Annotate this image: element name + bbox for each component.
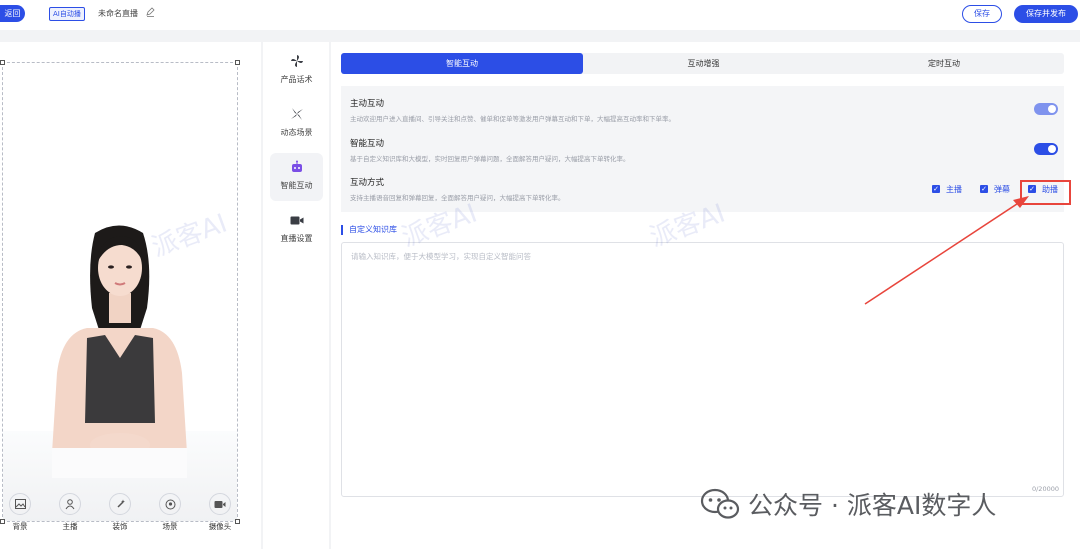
tab-scheduled-interaction[interactable]: 定时互动: [824, 53, 1064, 74]
tool-decoration[interactable]: 装饰: [104, 493, 136, 532]
save-publish-button[interactable]: 保存并发布: [1014, 5, 1078, 23]
save-button[interactable]: 保存: [962, 5, 1002, 23]
active-interaction-title: 主动互动: [350, 99, 385, 109]
feature-nav: 产品话术 动态场景 智能互动 直播设置: [263, 42, 329, 549]
interaction-mode-title: 互动方式: [350, 178, 385, 188]
tool-label: 背景: [12, 522, 28, 531]
tab-interaction-boost[interactable]: 互动增强: [583, 53, 824, 74]
tool-camera[interactable]: 摄像头: [204, 493, 236, 532]
live-title: 未命名直播: [98, 9, 138, 18]
digital-human-avatar[interactable]: [47, 223, 192, 478]
char-counter: 0/20000: [1031, 485, 1059, 493]
tool-label: 主播: [62, 522, 78, 531]
brand-text: 公众号 · 派客AI数字人: [748, 491, 997, 520]
annotation-arrow: [864, 196, 1029, 305]
scene-icon: [159, 493, 181, 515]
video-camera-icon: [270, 210, 323, 230]
tool-background[interactable]: 背景: [4, 493, 36, 532]
nav-label: 动态场景: [280, 128, 313, 137]
mode-tag: AI自动播: [49, 7, 85, 21]
knowledge-base-placeholder: 请输入知识库，便于大模型学习，实现自定义智能问答: [351, 252, 531, 261]
image-icon: [9, 493, 31, 515]
nav-label: 智能互动: [280, 181, 313, 190]
pinwheel-icon: [270, 51, 323, 71]
tab-bar: 智能互动 互动增强 定时互动: [341, 53, 1064, 74]
nav-label: 产品话术: [280, 75, 313, 84]
wechat-brand-watermark: 公众号 · 派客AI数字人: [700, 486, 996, 522]
tool-scene[interactable]: 场景: [154, 493, 186, 532]
preview-panel: 背景 主播 装饰 场景 摄像头: [0, 42, 261, 549]
smart-interaction-desc: 基于自定义知识库和大模型，实时回复用户弹幕问题，全面解答用户疑问，大幅提高下单转…: [350, 155, 630, 163]
interaction-mode-desc: 支持主播语音回复和弹幕回复，全面解答用户疑问，大幅提高下单转化率。: [350, 194, 565, 202]
tool-anchor[interactable]: 主播: [54, 493, 86, 532]
edit-icon[interactable]: [146, 7, 156, 19]
tab-smart-interaction[interactable]: 智能互动: [341, 53, 583, 74]
wechat-icon: [700, 488, 740, 519]
resize-handle-tl[interactable]: [0, 60, 5, 65]
smart-interaction-title: 智能互动: [350, 139, 385, 149]
active-interaction-toggle[interactable]: [1034, 103, 1058, 115]
camera-icon: [209, 493, 231, 515]
smart-interaction-toggle[interactable]: [1034, 143, 1058, 155]
knowledge-base-header: 自定义知识库: [341, 225, 397, 235]
back-button[interactable]: 返回: [0, 5, 25, 22]
robot-icon: [270, 157, 323, 177]
nav-item-product-script[interactable]: 产品话术: [270, 47, 323, 95]
resize-handle-tr[interactable]: [235, 60, 240, 65]
nav-item-dynamic-scene[interactable]: 动态场景: [270, 100, 323, 148]
sparkle-icon: [109, 493, 131, 515]
nav-item-smart-interaction[interactable]: 智能互动: [270, 153, 323, 201]
windmill-icon: [270, 104, 323, 124]
anchor-icon: [59, 493, 81, 515]
top-bar: 返回 AI自动播 未命名直播 保存 保存并发布: [0, 0, 1080, 30]
active-interaction-desc: 主动欢迎用户进入直播间、引导关注和点赞、催单和促单等激发用户弹幕互动和下单，大幅…: [350, 115, 675, 123]
nav-label: 直播设置: [280, 234, 313, 243]
tool-label: 装饰: [112, 522, 128, 531]
tool-label: 场景: [162, 522, 178, 531]
tool-label: 摄像头: [208, 522, 232, 531]
live-canvas[interactable]: [2, 62, 238, 522]
nav-item-live-settings[interactable]: 直播设置: [270, 206, 323, 254]
preview-toolbar: 背景 主播 装饰 场景 摄像头: [0, 493, 261, 533]
